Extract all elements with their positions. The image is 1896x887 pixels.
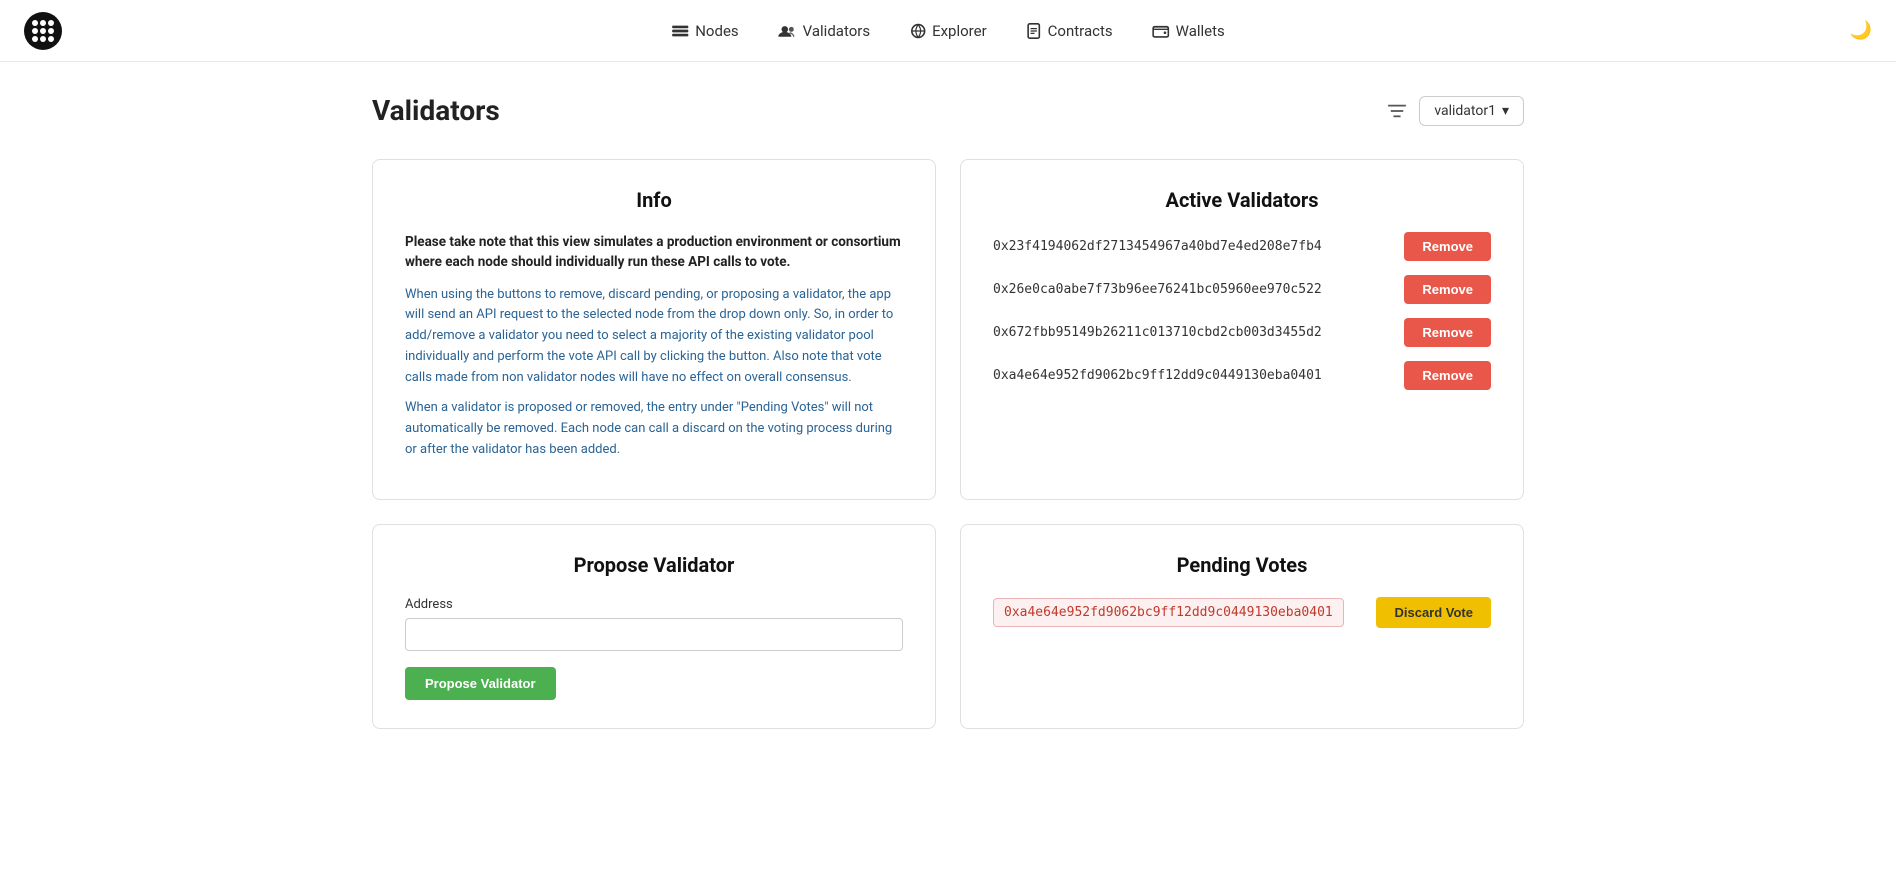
navbar-left [24, 12, 62, 50]
page-title: Validators [372, 94, 500, 127]
validator-dropdown[interactable]: validator1 ▾ [1419, 96, 1524, 126]
page-header: Validators validator1 ▾ [372, 94, 1524, 127]
propose-validator-title: Propose Validator [405, 553, 903, 577]
info-bold-text: Please take note that this view simulate… [405, 232, 903, 273]
info-card-title: Info [405, 188, 903, 212]
active-validator-row: 0x23f4194062df2713454967a40bd7e4ed208e7f… [993, 232, 1491, 261]
nav-explorer[interactable]: Explorer [910, 18, 987, 44]
info-card: Info Please take note that this view sim… [372, 159, 936, 500]
pending-votes-card: Pending Votes 0xa4e64e952fd9062bc9ff12dd… [960, 524, 1524, 729]
header-right: validator1 ▾ [1387, 96, 1524, 126]
remove-validator-button[interactable]: Remove [1404, 318, 1491, 347]
pending-vote-row: 0xa4e64e952fd9062bc9ff12dd9c0449130eba04… [993, 597, 1491, 628]
explorer-icon [910, 23, 926, 39]
logo-dots-grid [32, 20, 54, 42]
navbar: Nodes Validators [0, 0, 1896, 62]
validator-address: 0xa4e64e952fd9062bc9ff12dd9c0449130eba04… [993, 368, 1322, 383]
active-validators-card: Active Validators 0x23f4194062df27134549… [960, 159, 1524, 500]
contracts-icon [1027, 23, 1042, 39]
validator-address: 0x23f4194062df2713454967a40bd7e4ed208e7f… [993, 239, 1322, 254]
remove-validator-button[interactable]: Remove [1404, 361, 1491, 390]
discard-vote-button[interactable]: Discard Vote [1376, 597, 1491, 628]
active-validator-row: 0x26e0ca0abe7f73b96ee76241bc05960ee970c5… [993, 275, 1491, 304]
validator-selected-label: validator1 [1434, 103, 1496, 119]
nodes-icon [671, 24, 689, 38]
remove-validator-button[interactable]: Remove [1404, 232, 1491, 261]
dark-mode-icon[interactable]: 🌙 [1850, 20, 1872, 41]
validator-address: 0x26e0ca0abe7f73b96ee76241bc05960ee970c5… [993, 282, 1322, 297]
active-validator-row: 0x672fbb95149b26211c013710cbd2cb003d3455… [993, 318, 1491, 347]
remove-validator-button[interactable]: Remove [1404, 275, 1491, 304]
page-container: Validators validator1 ▾ Info Please take… [348, 62, 1548, 761]
info-paragraph-2: When a validator is proposed or removed,… [405, 398, 903, 460]
info-paragraph-1: When using the buttons to remove, discar… [405, 285, 903, 389]
active-validator-row: 0xa4e64e952fd9062bc9ff12dd9c0449130eba04… [993, 361, 1491, 390]
wallets-icon [1153, 24, 1170, 38]
chevron-down-icon: ▾ [1502, 103, 1509, 119]
nav-nodes[interactable]: Nodes [671, 18, 738, 44]
pending-vote-address: 0xa4e64e952fd9062bc9ff12dd9c0449130eba04… [993, 598, 1344, 627]
app-logo[interactable] [24, 12, 62, 50]
address-input[interactable] [405, 618, 903, 651]
navbar-right: 🌙 [1850, 20, 1872, 41]
nav-validators[interactable]: Validators [779, 18, 870, 44]
propose-validator-card: Propose Validator Address Propose Valida… [372, 524, 936, 729]
cards-grid: Info Please take note that this view sim… [372, 159, 1524, 729]
validator-address: 0x672fbb95149b26211c013710cbd2cb003d3455… [993, 325, 1322, 340]
nav-contracts[interactable]: Contracts [1027, 18, 1113, 44]
validators-icon [779, 24, 797, 38]
propose-validator-button[interactable]: Propose Validator [405, 667, 556, 700]
nav-links: Nodes Validators [671, 18, 1225, 44]
active-validators-title: Active Validators [993, 188, 1491, 212]
filter-icon[interactable] [1387, 103, 1407, 119]
active-validators-list: 0x23f4194062df2713454967a40bd7e4ed208e7f… [993, 232, 1491, 390]
pending-votes-title: Pending Votes [993, 553, 1491, 577]
pending-votes-list: 0xa4e64e952fd9062bc9ff12dd9c0449130eba04… [993, 597, 1491, 628]
address-label: Address [405, 597, 903, 612]
nav-wallets[interactable]: Wallets [1153, 18, 1225, 44]
